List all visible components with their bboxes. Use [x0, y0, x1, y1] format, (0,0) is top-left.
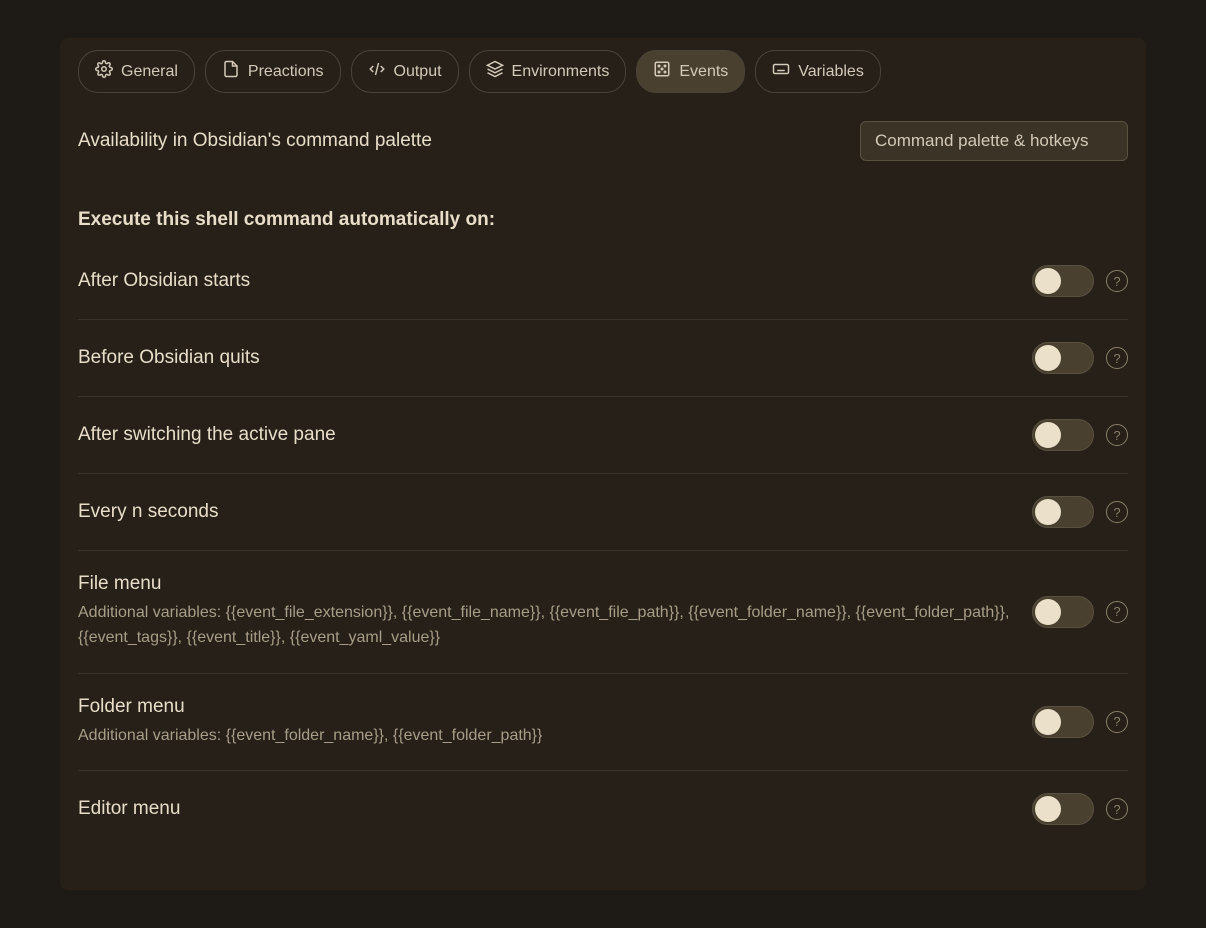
toggle-knob	[1035, 345, 1061, 371]
keyboard-icon	[772, 60, 790, 83]
tab-label: Events	[679, 63, 728, 81]
tabs-row: General Preactions Output Environments	[60, 38, 1146, 105]
event-title: After switching the active pane	[78, 424, 1012, 446]
file-icon	[222, 60, 240, 83]
dice-icon	[653, 60, 671, 83]
event-row: Folder menu Additional variables: {{event…	[78, 674, 1128, 772]
event-title: File menu	[78, 573, 1012, 595]
help-icon[interactable]: ?	[1106, 601, 1128, 623]
event-toggle[interactable]	[1032, 265, 1094, 297]
help-icon[interactable]: ?	[1106, 501, 1128, 523]
event-title: Every n seconds	[78, 501, 1012, 523]
tab-label: Output	[394, 63, 442, 81]
help-icon[interactable]: ?	[1106, 711, 1128, 733]
tab-label: Preactions	[248, 63, 324, 81]
event-description: Additional variables: {{event_file_exten…	[78, 601, 1012, 651]
help-icon[interactable]: ?	[1106, 424, 1128, 446]
event-toggle[interactable]	[1032, 596, 1094, 628]
toggle-knob	[1035, 499, 1061, 525]
event-toggle[interactable]	[1032, 706, 1094, 738]
section-heading: Execute this shell command automatically…	[78, 209, 1128, 231]
tab-output[interactable]: Output	[351, 50, 459, 93]
event-row: After Obsidian starts?	[78, 243, 1128, 320]
toggle-knob	[1035, 422, 1061, 448]
event-toggle[interactable]	[1032, 793, 1094, 825]
event-row: File menu Additional variables: {{event_f…	[78, 551, 1128, 674]
tab-preactions[interactable]: Preactions	[205, 50, 341, 93]
event-title: Editor menu	[78, 798, 1012, 820]
availability-dropdown[interactable]: Command palette & hotkeys	[860, 121, 1128, 161]
event-toggle[interactable]	[1032, 342, 1094, 374]
toggle-knob	[1035, 796, 1061, 822]
event-toggle[interactable]	[1032, 419, 1094, 451]
tab-label: General	[121, 63, 178, 81]
event-row: After switching the active pane?	[78, 397, 1128, 474]
gear-icon	[95, 60, 113, 83]
tab-label: Variables	[798, 63, 864, 81]
tab-variables[interactable]: Variables	[755, 50, 881, 93]
event-row: Editor menu?	[78, 771, 1128, 847]
event-toggle[interactable]	[1032, 496, 1094, 528]
availability-label: Availability in Obsidian's command palet…	[78, 130, 432, 152]
tab-label: Environments	[512, 63, 610, 81]
toggle-knob	[1035, 709, 1061, 735]
help-icon[interactable]: ?	[1106, 798, 1128, 820]
event-row: Every n seconds?	[78, 474, 1128, 551]
help-icon[interactable]: ?	[1106, 347, 1128, 369]
event-row: Before Obsidian quits?	[78, 320, 1128, 397]
tab-events[interactable]: Events	[636, 50, 745, 93]
tab-general[interactable]: General	[78, 50, 195, 93]
toggle-knob	[1035, 268, 1061, 294]
event-title: Folder menu	[78, 696, 1012, 718]
help-icon[interactable]: ?	[1106, 270, 1128, 292]
output-icon	[368, 60, 386, 83]
toggle-knob	[1035, 599, 1061, 625]
tab-environments[interactable]: Environments	[469, 50, 627, 93]
event-description: Additional variables: {{event_folder_nam…	[78, 724, 1012, 749]
event-title: After Obsidian starts	[78, 270, 1012, 292]
event-title: Before Obsidian quits	[78, 347, 1012, 369]
layers-icon	[486, 60, 504, 83]
